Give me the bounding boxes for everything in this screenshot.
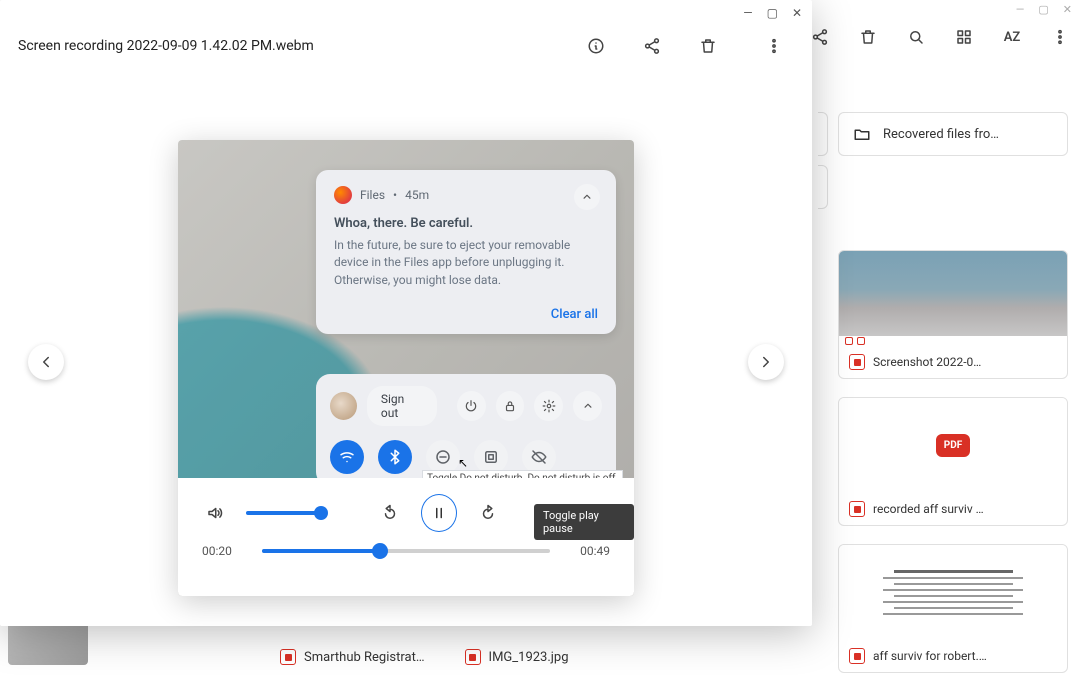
pdf-file-icon xyxy=(280,649,296,665)
sign-out-button[interactable]: Sign out xyxy=(367,386,437,426)
mouse-cursor: ↖ xyxy=(458,456,468,470)
maximize-icon[interactable]: ▢ xyxy=(1038,3,1048,16)
files-header-actions: EN AZ xyxy=(767,25,1072,49)
expand-icon[interactable] xyxy=(573,391,602,421)
notification-separator: • xyxy=(393,188,397,202)
duration: 00:49 xyxy=(568,544,610,558)
seek-knob[interactable] xyxy=(372,543,388,559)
folder-icon xyxy=(853,125,871,143)
play-pause-tooltip: Toggle play pause xyxy=(534,504,634,540)
rewind-10-icon[interactable] xyxy=(375,497,405,529)
player-controls: Toggle play pause 00:20 00:49 xyxy=(178,478,634,596)
bg-window-controls: — ▢ ✕ xyxy=(1016,3,1072,16)
screen-capture-toggle[interactable] xyxy=(474,440,508,474)
lock-icon[interactable] xyxy=(496,391,525,421)
chip-stub xyxy=(818,112,828,156)
thumbnail-item[interactable]: PDF recorded aff surviv … xyxy=(838,397,1068,526)
file-chip[interactable]: IMG_1923.jpg xyxy=(465,649,569,665)
sort-az-icon[interactable]: AZ xyxy=(1000,25,1024,49)
pdf-file-icon xyxy=(849,501,865,517)
file-chip[interactable]: Smarthub Registrat… xyxy=(280,649,425,665)
image-file-icon xyxy=(849,354,865,370)
notification-title: Whoa, there. Be careful. xyxy=(334,216,598,231)
delete-icon[interactable] xyxy=(856,25,880,49)
minimize-icon[interactable]: — xyxy=(743,6,752,20)
pdf-file-icon xyxy=(849,648,865,664)
thumbnail-caption: Screenshot 2022-0… xyxy=(873,355,981,369)
video-frame: Files • 45m Whoa, there. Be careful. In … xyxy=(178,140,634,596)
next-button[interactable] xyxy=(748,344,784,380)
more-icon[interactable] xyxy=(1048,25,1072,49)
file-chip-label: IMG_1923.jpg xyxy=(489,650,569,665)
close-icon[interactable]: ✕ xyxy=(792,6,802,20)
bottom-file-strip: Smarthub Registrat… IMG_1923.jpg xyxy=(280,649,820,665)
file-chip-label: Smarthub Registrat… xyxy=(304,650,425,665)
volume-slider[interactable] xyxy=(246,511,320,515)
gear-icon[interactable] xyxy=(534,391,563,421)
maximize-icon[interactable]: ▢ xyxy=(767,6,778,20)
prev-button[interactable] xyxy=(28,344,64,380)
visibility-off-toggle[interactable] xyxy=(522,440,556,474)
files-app-icon xyxy=(334,186,352,204)
image-file-icon xyxy=(465,649,481,665)
viewer-actions xyxy=(580,30,790,62)
play-pause-button[interactable] xyxy=(421,494,457,532)
folder-chip-label: Recovered files fro… xyxy=(883,127,999,142)
pdf-badge: PDF xyxy=(936,434,970,457)
view-grid-icon[interactable] xyxy=(952,25,976,49)
bluetooth-toggle[interactable] xyxy=(378,440,412,474)
notification-age: 45m xyxy=(405,188,429,202)
share-icon[interactable] xyxy=(636,30,668,62)
viewer-header: Screen recording 2022-09-09 1.42.02 PM.w… xyxy=(0,0,812,70)
media-viewer-window: — ▢ ✕ Screen recording 2022-09-09 1.42.0… xyxy=(0,0,812,626)
thumbnail-grid: Screenshot 2022-0… PDF recorded aff surv… xyxy=(838,250,1068,673)
seek-fill xyxy=(262,549,380,553)
notification-app: Files xyxy=(360,188,385,202)
wifi-toggle[interactable] xyxy=(330,440,364,474)
thumbnail-image xyxy=(839,545,1067,640)
current-time: 00:20 xyxy=(202,544,244,558)
volume-icon[interactable] xyxy=(200,497,230,529)
thumbnail-item[interactable]: aff surviv for robert.… xyxy=(838,544,1068,673)
viewer-title: Screen recording 2022-09-09 1.42.02 PM.w… xyxy=(18,38,314,54)
close-icon[interactable]: ✕ xyxy=(1063,3,1072,16)
notification-card: Files • 45m Whoa, there. Be careful. In … xyxy=(316,170,616,334)
forward-10-icon[interactable] xyxy=(473,497,503,529)
thumbnail-caption: recorded aff surviv … xyxy=(873,502,984,516)
power-icon[interactable] xyxy=(457,391,486,421)
delete-icon[interactable] xyxy=(692,30,724,62)
thumbnail-image xyxy=(839,251,1067,346)
search-icon[interactable] xyxy=(904,25,928,49)
user-avatar[interactable] xyxy=(330,392,357,420)
folder-chip[interactable]: Recovered files fro… xyxy=(838,112,1068,156)
viewer-window-controls: — ▢ ✕ xyxy=(743,6,802,20)
collapse-icon[interactable] xyxy=(574,184,600,210)
chip-stub xyxy=(818,165,828,209)
clear-all-button[interactable]: Clear all xyxy=(334,307,598,322)
thumbnail-caption: aff surviv for robert.… xyxy=(873,649,987,663)
thumbnail-image: PDF xyxy=(839,398,1067,493)
notification-body: In the future, be sure to eject your rem… xyxy=(334,237,598,289)
seek-bar[interactable] xyxy=(262,549,550,553)
info-icon[interactable] xyxy=(580,30,612,62)
minimize-icon[interactable]: — xyxy=(1016,3,1025,16)
thumbnail-item[interactable]: Screenshot 2022-0… xyxy=(838,250,1068,379)
more-icon[interactable] xyxy=(758,30,790,62)
dnd-toggle[interactable] xyxy=(426,440,460,474)
peek-thumbnail xyxy=(8,620,88,665)
